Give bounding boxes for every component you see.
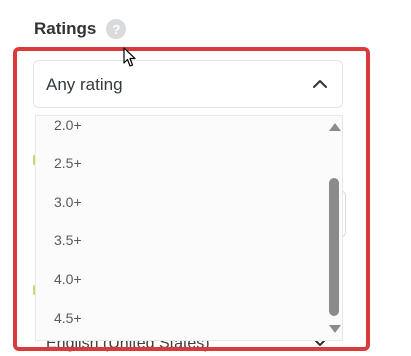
rating-option[interactable]: 2.5+ [54,155,82,171]
rating-option[interactable]: 3.0+ [54,194,82,210]
scrollbar-thumb[interactable] [329,178,339,316]
ratings-dropdown-list[interactable]: 2.0+ 2.5+ 3.0+ 3.5+ 4.0+ 4.5+ [35,115,343,341]
scroll-down-arrow-icon[interactable] [328,324,342,334]
rating-option[interactable]: 4.5+ [54,310,82,326]
ratings-label: Ratings [34,19,97,38]
ratings-select-value: Any rating [46,75,123,94]
rating-option[interactable]: 2.0+ [54,117,82,133]
rating-option[interactable]: 3.5+ [54,232,82,248]
ratings-section-title: Ratings ? [34,19,127,39]
rating-option[interactable]: 4.0+ [54,271,82,287]
mouse-cursor-icon [123,47,136,67]
ratings-select[interactable]: Any rating [33,60,343,108]
scroll-up-arrow-icon[interactable] [328,122,342,132]
help-icon[interactable]: ? [106,19,127,39]
chevron-up-icon[interactable] [312,78,328,90]
